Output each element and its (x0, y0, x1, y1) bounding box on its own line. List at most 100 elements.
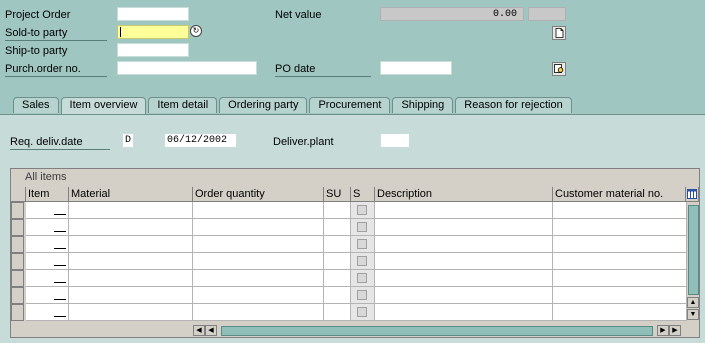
table-cell[interactable] (193, 202, 324, 219)
table-cell[interactable] (193, 219, 324, 236)
vertical-scrollbar[interactable]: ▲ ▼ (687, 203, 699, 323)
scroll-up-icon[interactable]: ▲ (687, 297, 699, 308)
table-cell[interactable] (375, 253, 553, 270)
table-cell[interactable] (351, 270, 375, 287)
row-selector[interactable] (11, 236, 24, 253)
item-input-marker (54, 299, 66, 300)
deliver-plant-field[interactable] (380, 133, 410, 148)
table-cell[interactable] (193, 236, 324, 253)
table-cell[interactable] (351, 287, 375, 304)
col-order-quantity[interactable]: Order quantity (193, 187, 324, 202)
item-input-marker (54, 316, 66, 317)
table-cell[interactable] (324, 270, 351, 287)
table-cell[interactable] (324, 202, 351, 219)
tab-ordering-party[interactable]: Ordering party (219, 97, 308, 113)
col-description[interactable]: Description (375, 187, 553, 202)
table-cell[interactable] (375, 304, 553, 321)
table-cell[interactable] (375, 287, 553, 304)
tab-item-overview[interactable]: Item overview (60, 97, 147, 114)
table-cell[interactable] (324, 287, 351, 304)
table-cell[interactable] (26, 270, 69, 287)
table-cell[interactable] (375, 236, 553, 253)
scroll-right-icon[interactable]: ▶ (657, 325, 669, 336)
tab-sales[interactable]: Sales (13, 97, 59, 113)
table-cell[interactable] (69, 270, 193, 287)
table-cell[interactable] (553, 202, 687, 219)
table-cell[interactable] (193, 253, 324, 270)
table-cell[interactable] (324, 304, 351, 321)
scroll-last-icon[interactable]: ▶ (669, 325, 681, 336)
table-cell[interactable] (553, 304, 687, 321)
table-cell[interactable] (324, 236, 351, 253)
table-cell[interactable] (324, 219, 351, 236)
sold-to-party-label: Sold-to party (5, 26, 107, 41)
row-selector[interactable] (11, 219, 24, 236)
tab-procurement[interactable]: Procurement (309, 97, 391, 113)
row-selector[interactable] (11, 287, 24, 304)
table-cell[interactable] (553, 236, 687, 253)
row-selector[interactable] (11, 270, 24, 287)
req-deliv-date-field[interactable]: 06/12/2002 (164, 133, 237, 148)
table-cell[interactable] (26, 304, 69, 321)
table-cell[interactable] (553, 287, 687, 304)
table-cell[interactable] (351, 202, 375, 219)
table-cell[interactable] (351, 219, 375, 236)
sold-to-party-input[interactable] (117, 25, 189, 39)
table-cell[interactable] (69, 202, 193, 219)
table-cell[interactable] (351, 304, 375, 321)
date-type-field[interactable]: D (122, 133, 134, 148)
table-cell[interactable] (26, 236, 69, 253)
row-selector[interactable] (11, 253, 24, 270)
document-icon[interactable] (552, 26, 566, 40)
scroll-first-icon[interactable]: ◀ (193, 325, 205, 336)
table-cell[interactable] (69, 236, 193, 253)
select-all-header[interactable] (11, 187, 26, 202)
item-input-marker (54, 265, 66, 266)
table-cell[interactable] (26, 287, 69, 304)
table-cell[interactable] (26, 202, 69, 219)
table-cell[interactable] (193, 270, 324, 287)
details-icon[interactable] (552, 62, 566, 76)
horizontal-scroll-thumb[interactable] (221, 326, 653, 336)
tab-item-detail[interactable]: Item detail (148, 97, 218, 113)
col-customer-material[interactable]: Customer material no. (553, 187, 686, 202)
table-cell[interactable] (351, 236, 375, 253)
table-cell[interactable] (193, 304, 324, 321)
table-cell[interactable] (553, 270, 687, 287)
table-cell[interactable] (69, 304, 193, 321)
table-cell[interactable] (553, 253, 687, 270)
table-cell[interactable] (553, 219, 687, 236)
table-cell[interactable] (69, 253, 193, 270)
ship-to-party-field[interactable] (117, 43, 189, 57)
row-selector[interactable] (11, 304, 24, 321)
search-help-icon[interactable]: ↻ (190, 25, 202, 37)
vertical-scroll-thumb[interactable] (688, 205, 699, 295)
col-material[interactable]: Material (69, 187, 193, 202)
row-selector[interactable] (11, 202, 24, 219)
status-checkbox (357, 307, 367, 317)
table-cell[interactable] (69, 219, 193, 236)
table-cell[interactable] (26, 219, 69, 236)
col-su[interactable]: SU (324, 187, 351, 202)
col-s[interactable]: S (351, 187, 375, 202)
scroll-down-icon[interactable]: ▼ (687, 309, 699, 320)
table-cell[interactable] (375, 270, 553, 287)
ship-to-party-label: Ship-to party (5, 45, 68, 57)
column-settings-icon[interactable] (686, 187, 699, 202)
table-cell[interactable] (375, 202, 553, 219)
project-order-field[interactable] (117, 7, 189, 21)
col-item[interactable]: Item (26, 187, 69, 202)
table-cell[interactable] (351, 253, 375, 270)
po-date-field[interactable] (380, 61, 452, 75)
tab-reason-for-rejection[interactable]: Reason for rejection (455, 97, 572, 113)
table-cell[interactable] (375, 219, 553, 236)
horizontal-scrollbar[interactable]: ◀ ◀ ▶ ▶ (193, 324, 685, 337)
purch-order-field[interactable] (117, 61, 257, 75)
status-checkbox (357, 239, 367, 249)
table-cell[interactable] (193, 287, 324, 304)
scroll-left-icon[interactable]: ◀ (205, 325, 217, 336)
tab-shipping[interactable]: Shipping (392, 97, 454, 113)
table-cell[interactable] (69, 287, 193, 304)
table-cell[interactable] (324, 253, 351, 270)
table-cell[interactable] (26, 253, 69, 270)
